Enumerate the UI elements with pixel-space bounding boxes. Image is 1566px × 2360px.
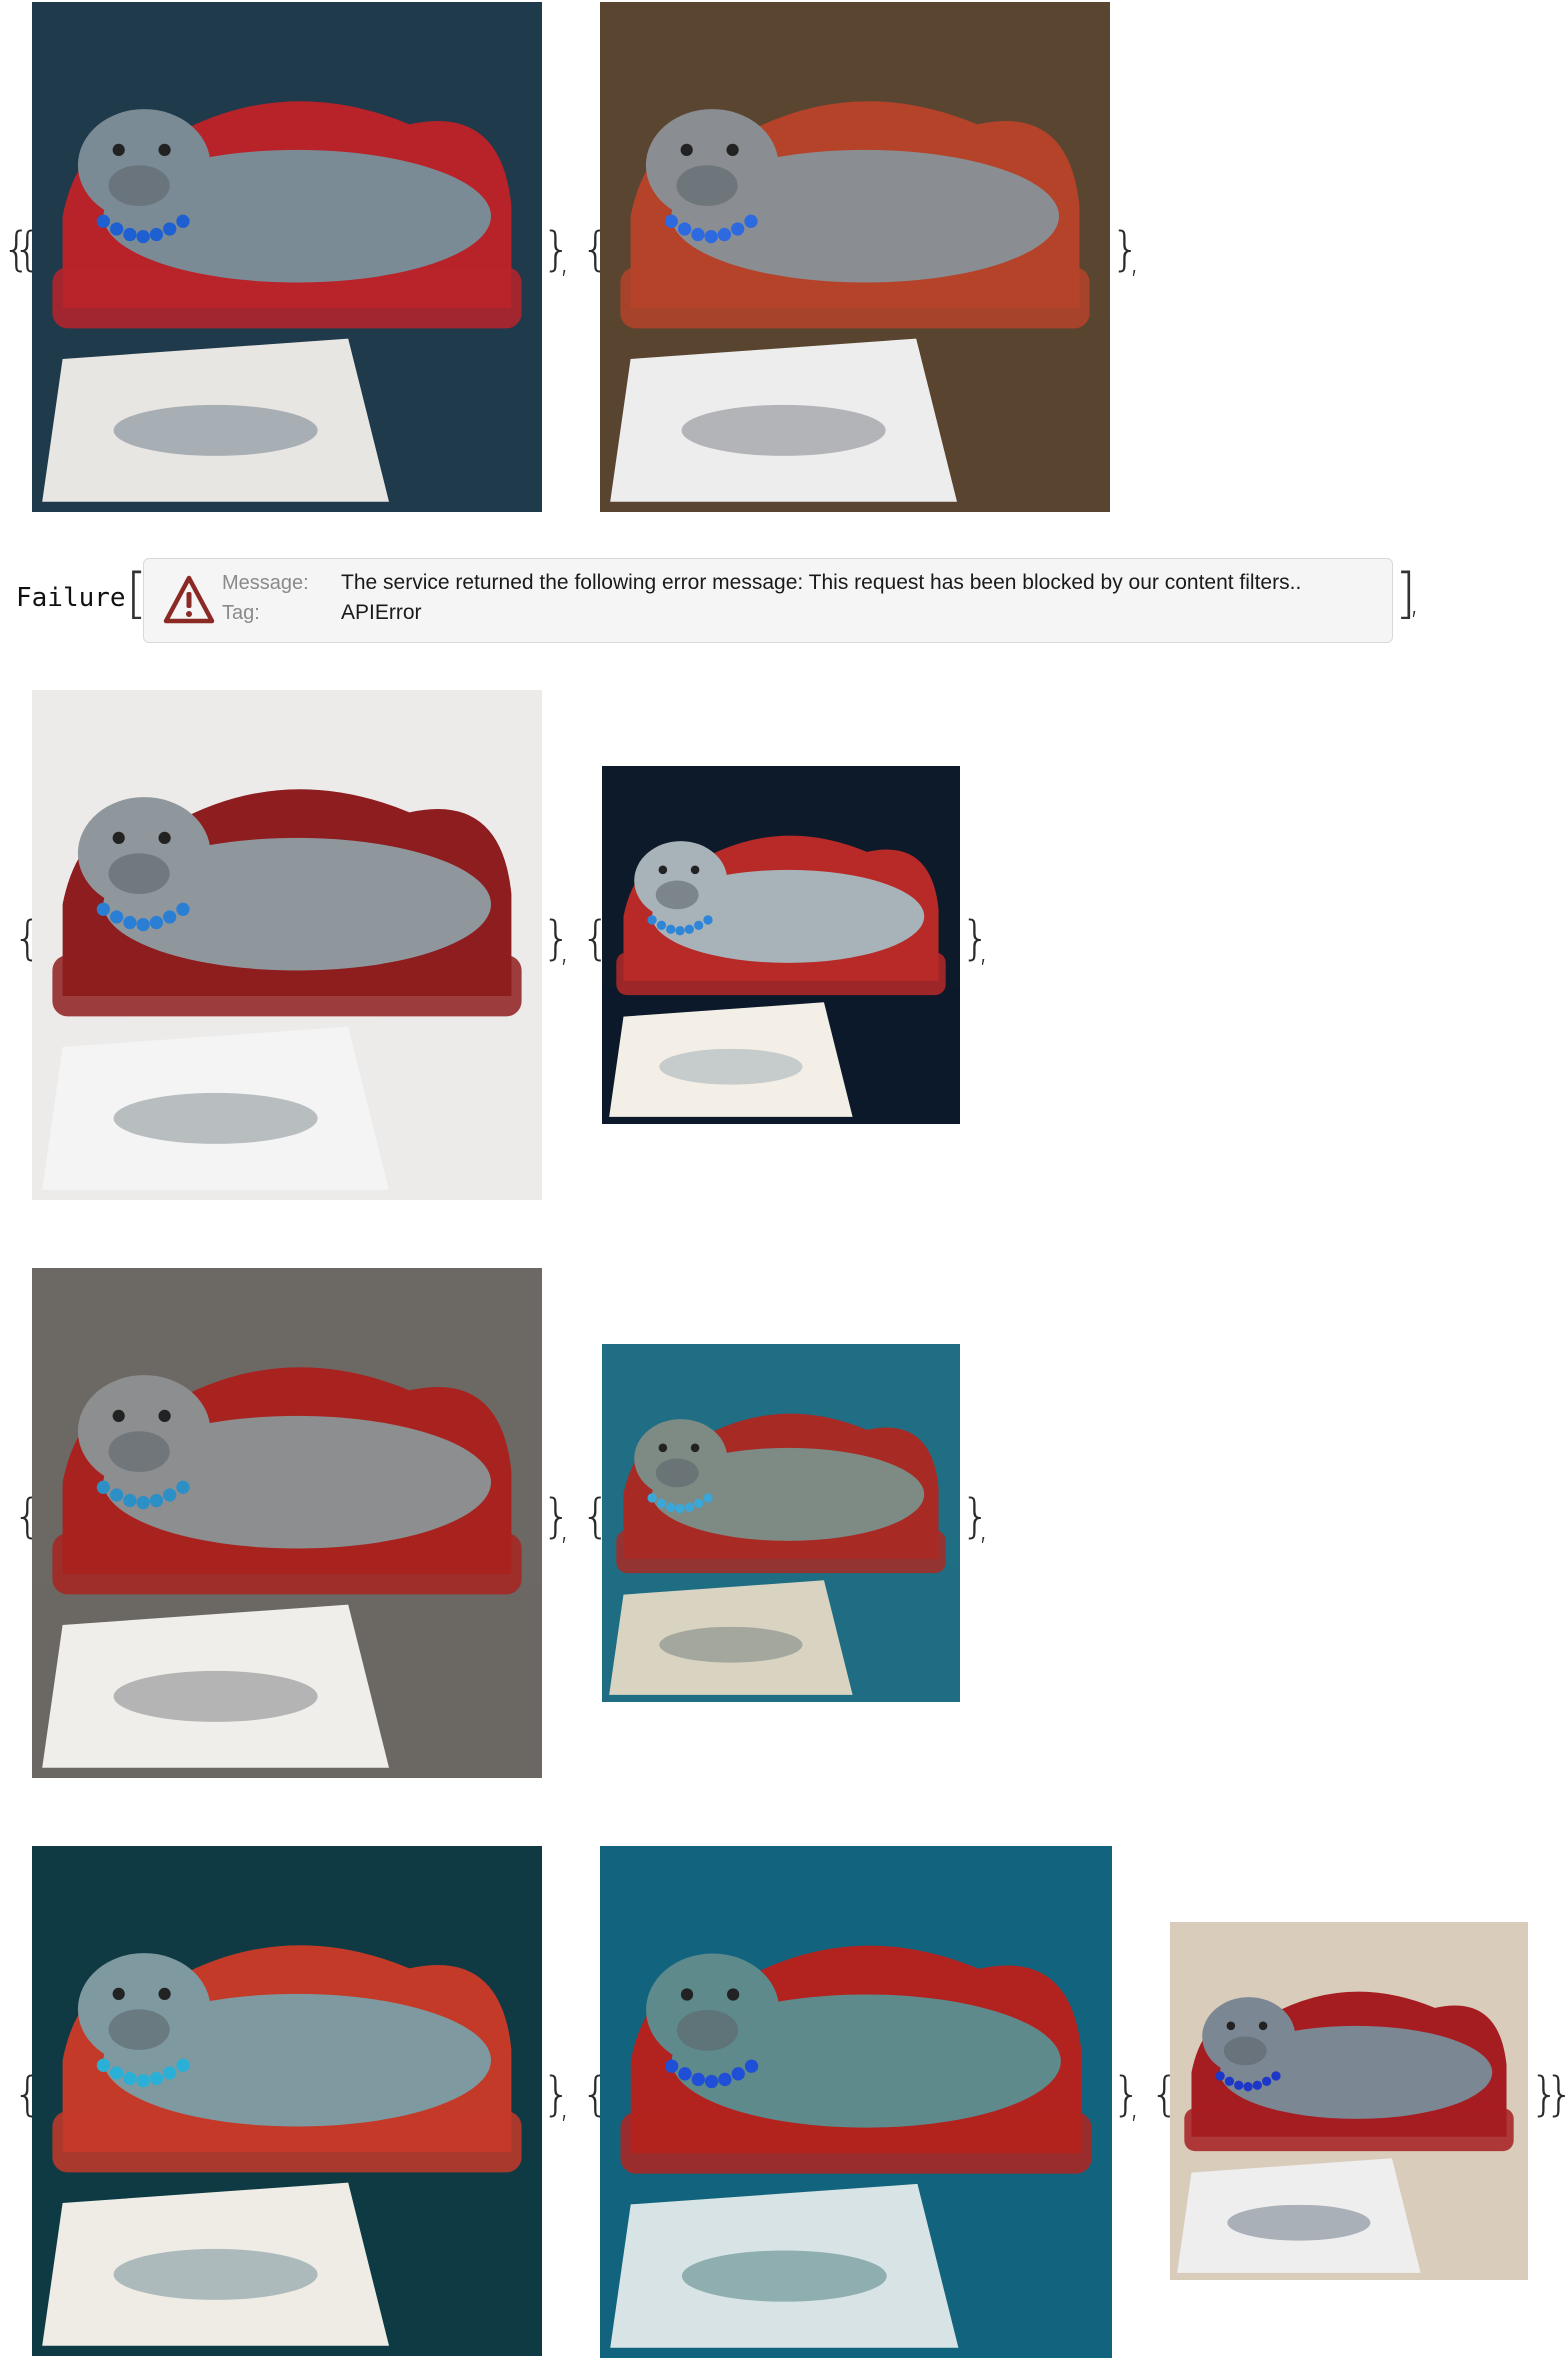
separator-comma: ,	[1409, 582, 1420, 622]
separator-comma: ,	[559, 2086, 570, 2126]
generated-image-manatee-sofa-sepia-painter[interactable]	[1170, 1922, 1528, 2280]
failure-head: Failure	[16, 583, 126, 613]
separator-comma: ,	[559, 930, 570, 970]
generated-image-manatee-jewels-sofa-pencil-drawing[interactable]	[32, 2, 542, 512]
separator-comma: ,	[1129, 241, 1140, 281]
separator-comma: ,	[559, 1508, 570, 1548]
generated-image-manatee-underwater-sofa[interactable]	[602, 1344, 960, 1702]
generated-image-manatee-sofa-ocean-walrus-artist[interactable]	[600, 1846, 1112, 2358]
separator-comma: ,	[559, 241, 570, 281]
generated-image-manatee-jewels-sofa-gilded-frame[interactable]	[32, 1268, 542, 1778]
message-label: Message:	[222, 572, 309, 594]
outer-close-brace: }	[1545, 2071, 1566, 2117]
tag-label: Tag:	[222, 602, 260, 624]
separator-comma: ,	[1129, 2086, 1140, 2126]
warning-triangle-icon	[162, 573, 216, 627]
separator-comma: ,	[978, 930, 989, 970]
generated-image-manatee-sofa-walrus-artist-easel[interactable]	[32, 690, 542, 1200]
failure-panel[interactable]: Message: The service returned the follow…	[143, 558, 1393, 643]
generated-image-manatee-ornate-sofa-underwater-drawing[interactable]	[32, 1846, 542, 2356]
generated-image-manatee-sofa-blue-painting-hand[interactable]	[602, 766, 960, 1124]
generated-image-manatee-red-dress-painting-closeup[interactable]	[600, 2, 1110, 512]
message-value: The service returned the following error…	[341, 571, 1302, 594]
separator-comma: ,	[978, 1508, 989, 1548]
tag-value: APIError	[341, 601, 422, 624]
